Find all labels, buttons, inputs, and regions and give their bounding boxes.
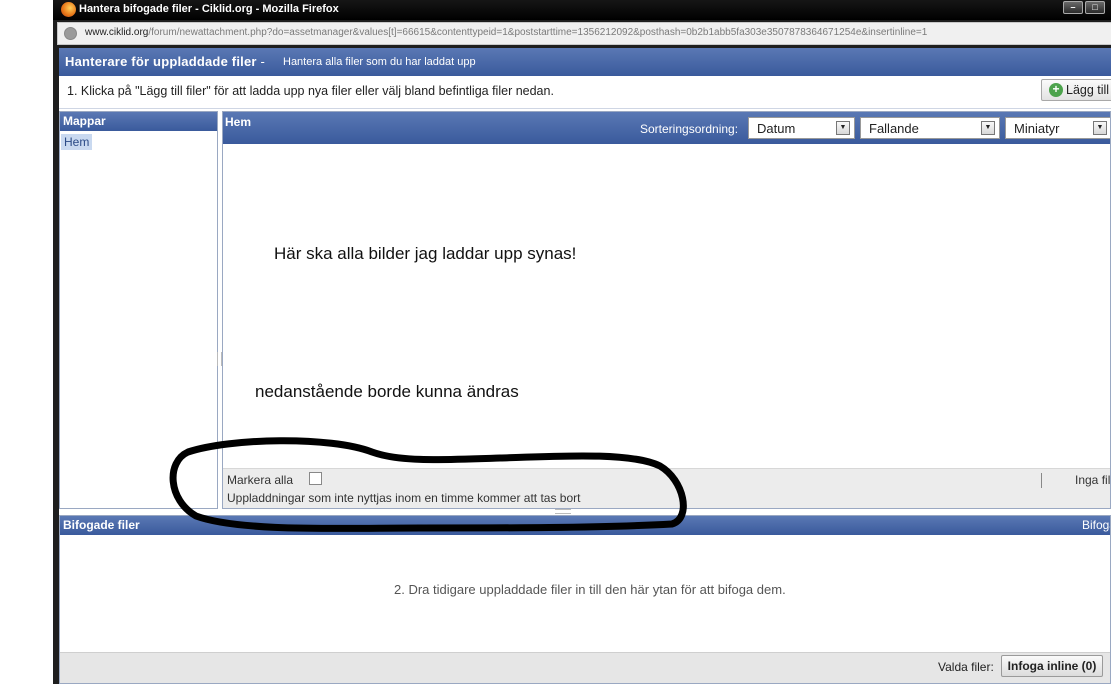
url-text[interactable]: www.ciklid.org/forum/newattachment.php?d… [85, 27, 927, 38]
current-folder-title: Hem [225, 115, 252, 129]
add-files-label: Lägg till filer [1066, 83, 1111, 97]
attached-files-footer: Valda filer: Infoga inline (0) [60, 652, 1110, 683]
sort-direction-select[interactable]: Fallande ▼ [860, 117, 1000, 139]
folders-panel: Mappar Hem [59, 111, 222, 509]
url-domain: www.ciklid.org [85, 27, 149, 38]
selected-files-label: Valda filer: [938, 660, 994, 674]
insert-inline-button[interactable]: Infoga inline (0) [1001, 655, 1103, 677]
sort-by-value: Datum [757, 121, 796, 136]
attached-files-title: Bifogade filer [63, 518, 140, 532]
upload-toolbar: Markera alla Uppladdningar som inte nytt… [223, 468, 1111, 508]
firefox-window: Hantera bifogade filer - Ciklid.org - Mo… [53, 0, 1111, 684]
drag-drop-instructions[interactable]: 2. Dra tidigare uppladdade filer in till… [394, 582, 786, 597]
attached-files-right-label: Bifogade filer [1081, 518, 1110, 532]
horizontal-resize-handle[interactable] [555, 509, 571, 514]
annotation-note-changeable: nedanstående borde kunna ändras [255, 382, 519, 401]
annotation-note-files: Här ska alla bilder jag laddar upp synas… [274, 244, 577, 263]
window-title: Hantera bifogade filer - Ciklid.org - Mo… [79, 3, 339, 15]
folders-title: Mappar [60, 112, 217, 131]
globe-icon [64, 27, 77, 40]
files-panel: Hem Sorteringsordning: Datum ▼ Fallande … [222, 111, 1111, 509]
add-files-button[interactable]: + Lägg till filer [1041, 79, 1111, 101]
folder-item-hem[interactable]: Hem [61, 134, 93, 150]
window-controls: – □ [1063, 1, 1111, 14]
header-separator: - [260, 54, 265, 69]
chevron-down-icon: ▼ [1093, 121, 1107, 135]
maximize-button[interactable]: □ [1085, 1, 1105, 14]
desktop-background [0, 0, 53, 691]
asset-manager-header: Hanterare för uppladdade filer - Hantera… [59, 48, 1111, 76]
no-files-text: Inga filer [1075, 473, 1111, 487]
attached-files-header: Bifogade filer Bifogade filer [60, 516, 1110, 535]
firefox-icon [61, 2, 76, 17]
sort-by-select[interactable]: Datum ▼ [748, 117, 855, 139]
upload-expiry-note: Uppladdningar som inte nyttjas inom en t… [227, 491, 581, 505]
instructions-text: 1. Klicka på "Lägg till filer" för att l… [67, 84, 554, 98]
mark-all-checkbox[interactable] [309, 472, 322, 485]
files-panel-header: Hem Sorteringsordning: Datum ▼ Fallande … [223, 112, 1110, 144]
header-subtitle: Hantera alla filer som du har laddat upp [283, 56, 476, 68]
view-mode-value: Miniatyr [1014, 121, 1060, 136]
toolbar-separator [1041, 473, 1042, 488]
minimize-button[interactable]: – [1063, 1, 1083, 14]
sort-direction-value: Fallande [869, 121, 919, 136]
url-path: /forum/newattachment.php?do=assetmanager… [148, 27, 928, 38]
chevron-down-icon: ▼ [836, 121, 850, 135]
asset-manager: Hanterare för uppladdade filer - Hantera… [59, 48, 1111, 684]
attached-files-panel: Bifogade filer Bifogade filer 2. Dra tid… [59, 515, 1111, 684]
address-bar[interactable]: www.ciklid.org/forum/newattachment.php?d… [57, 22, 1111, 45]
sort-order-label: Sorteringsordning: [640, 122, 739, 136]
plus-circle-icon: + [1049, 83, 1063, 97]
view-mode-select[interactable]: Miniatyr ▼ [1005, 117, 1110, 139]
header-title: Hanterare för uppladdade filer - [65, 54, 265, 69]
desktop-background-bottom [53, 684, 1111, 691]
chevron-down-icon: ▼ [981, 121, 995, 135]
title-bar: Hantera bifogade filer - Ciklid.org - Mo… [53, 0, 1111, 20]
mark-all-label: Markera alla [227, 473, 294, 487]
divider [59, 108, 1111, 109]
